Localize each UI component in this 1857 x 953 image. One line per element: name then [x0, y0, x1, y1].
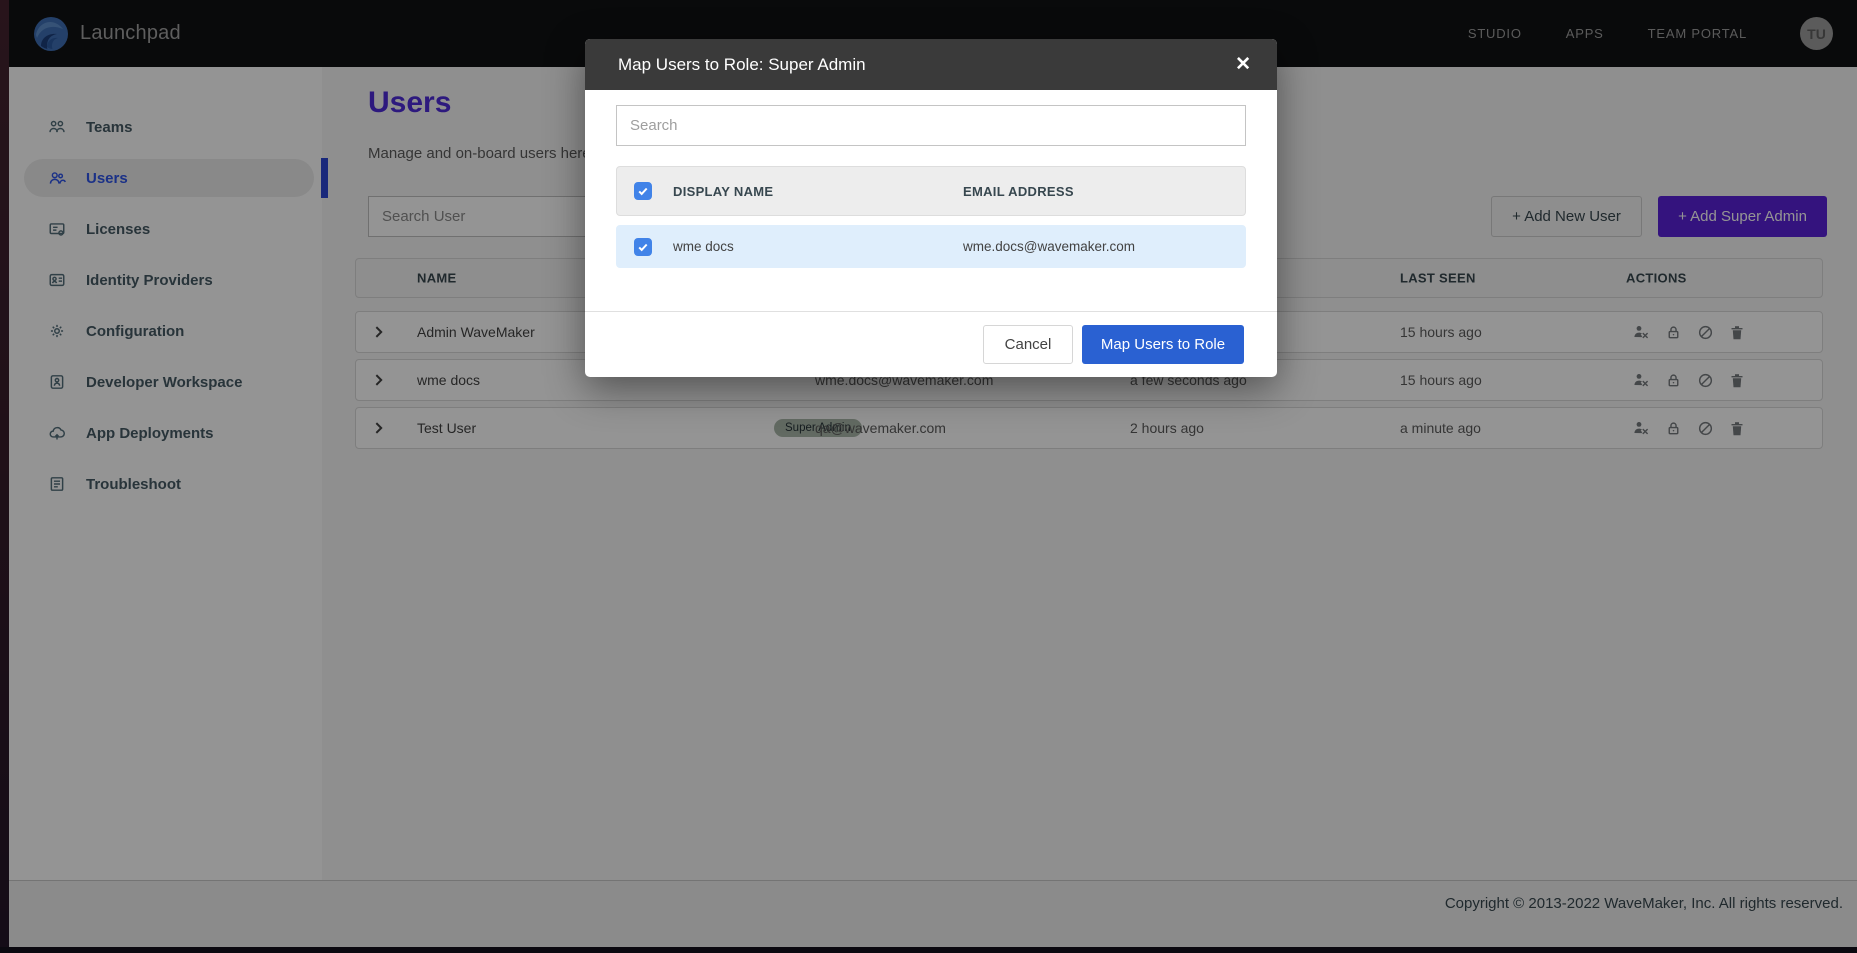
modal-user-display-name: wme docs — [673, 239, 963, 254]
column-header-email-address: EMAIL ADDRESS — [963, 184, 1074, 199]
modal-header: Map Users to Role: Super Admin ✕ — [585, 39, 1277, 90]
map-users-to-role-button[interactable]: Map Users to Role — [1082, 325, 1244, 364]
modal-user-row[interactable]: wme docs wme.docs@wavemaker.com — [616, 225, 1246, 268]
column-header-display-name: DISPLAY NAME — [673, 184, 963, 199]
modal-footer: Cancel Map Users to Role — [585, 311, 1277, 377]
close-icon[interactable]: ✕ — [1235, 55, 1251, 74]
modal-table-header: DISPLAY NAME EMAIL ADDRESS — [616, 166, 1246, 216]
select-all-checkbox[interactable] — [634, 182, 652, 200]
modal-title: Map Users to Role: Super Admin — [618, 55, 866, 75]
row-checkbox[interactable] — [634, 238, 652, 256]
modal-body: DISPLAY NAME EMAIL ADDRESS wme docs wme.… — [585, 90, 1277, 268]
modal-search-input[interactable] — [616, 105, 1246, 146]
modal-user-email: wme.docs@wavemaker.com — [963, 239, 1135, 254]
map-users-to-role-modal: Map Users to Role: Super Admin ✕ DISPLAY… — [585, 39, 1277, 377]
cancel-button[interactable]: Cancel — [983, 325, 1073, 364]
